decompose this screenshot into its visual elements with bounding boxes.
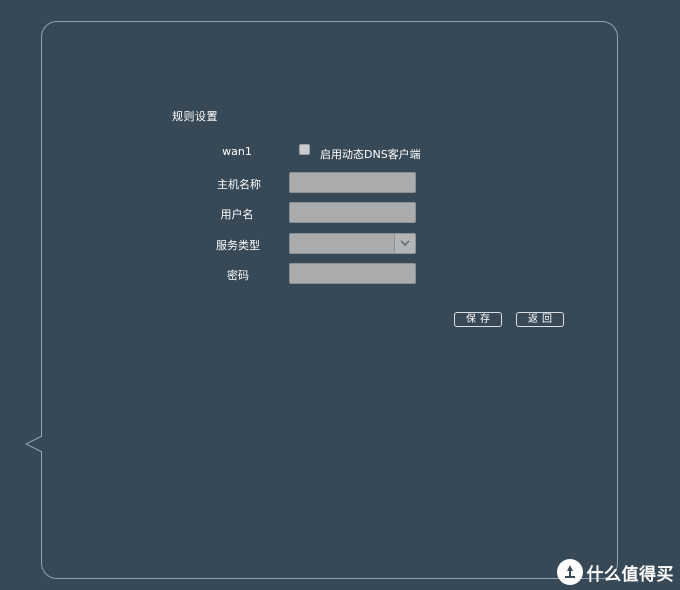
save-button[interactable]: 保存 xyxy=(454,312,502,327)
password-label: 密码 xyxy=(227,269,249,282)
panel-pointer xyxy=(24,435,43,453)
watermark-logo-icon xyxy=(556,559,583,585)
service-type-label: 服务类型 xyxy=(216,239,260,252)
wan-label: wan1 xyxy=(222,145,252,158)
ddns-checkbox[interactable] xyxy=(299,144,310,155)
username-label: 用户名 xyxy=(220,208,254,221)
value-logo-icon xyxy=(564,565,575,578)
section-title: 规则设置 xyxy=(172,110,218,123)
watermark: 什么值得买 xyxy=(556,559,675,585)
hostname-input[interactable] xyxy=(289,172,416,193)
watermark-text: 什么值得买 xyxy=(586,564,674,585)
settings-panel xyxy=(41,21,618,579)
username-input[interactable] xyxy=(289,202,416,223)
ddns-checkbox-label[interactable]: 启用动态DNS客户端 xyxy=(320,146,421,162)
select-dropdown-button[interactable] xyxy=(394,234,415,253)
hostname-label: 主机名称 xyxy=(217,178,261,191)
back-button[interactable]: 返回 xyxy=(516,312,564,327)
password-input[interactable] xyxy=(289,263,416,284)
chevron-down-icon xyxy=(400,240,410,246)
service-type-select[interactable] xyxy=(289,233,416,254)
